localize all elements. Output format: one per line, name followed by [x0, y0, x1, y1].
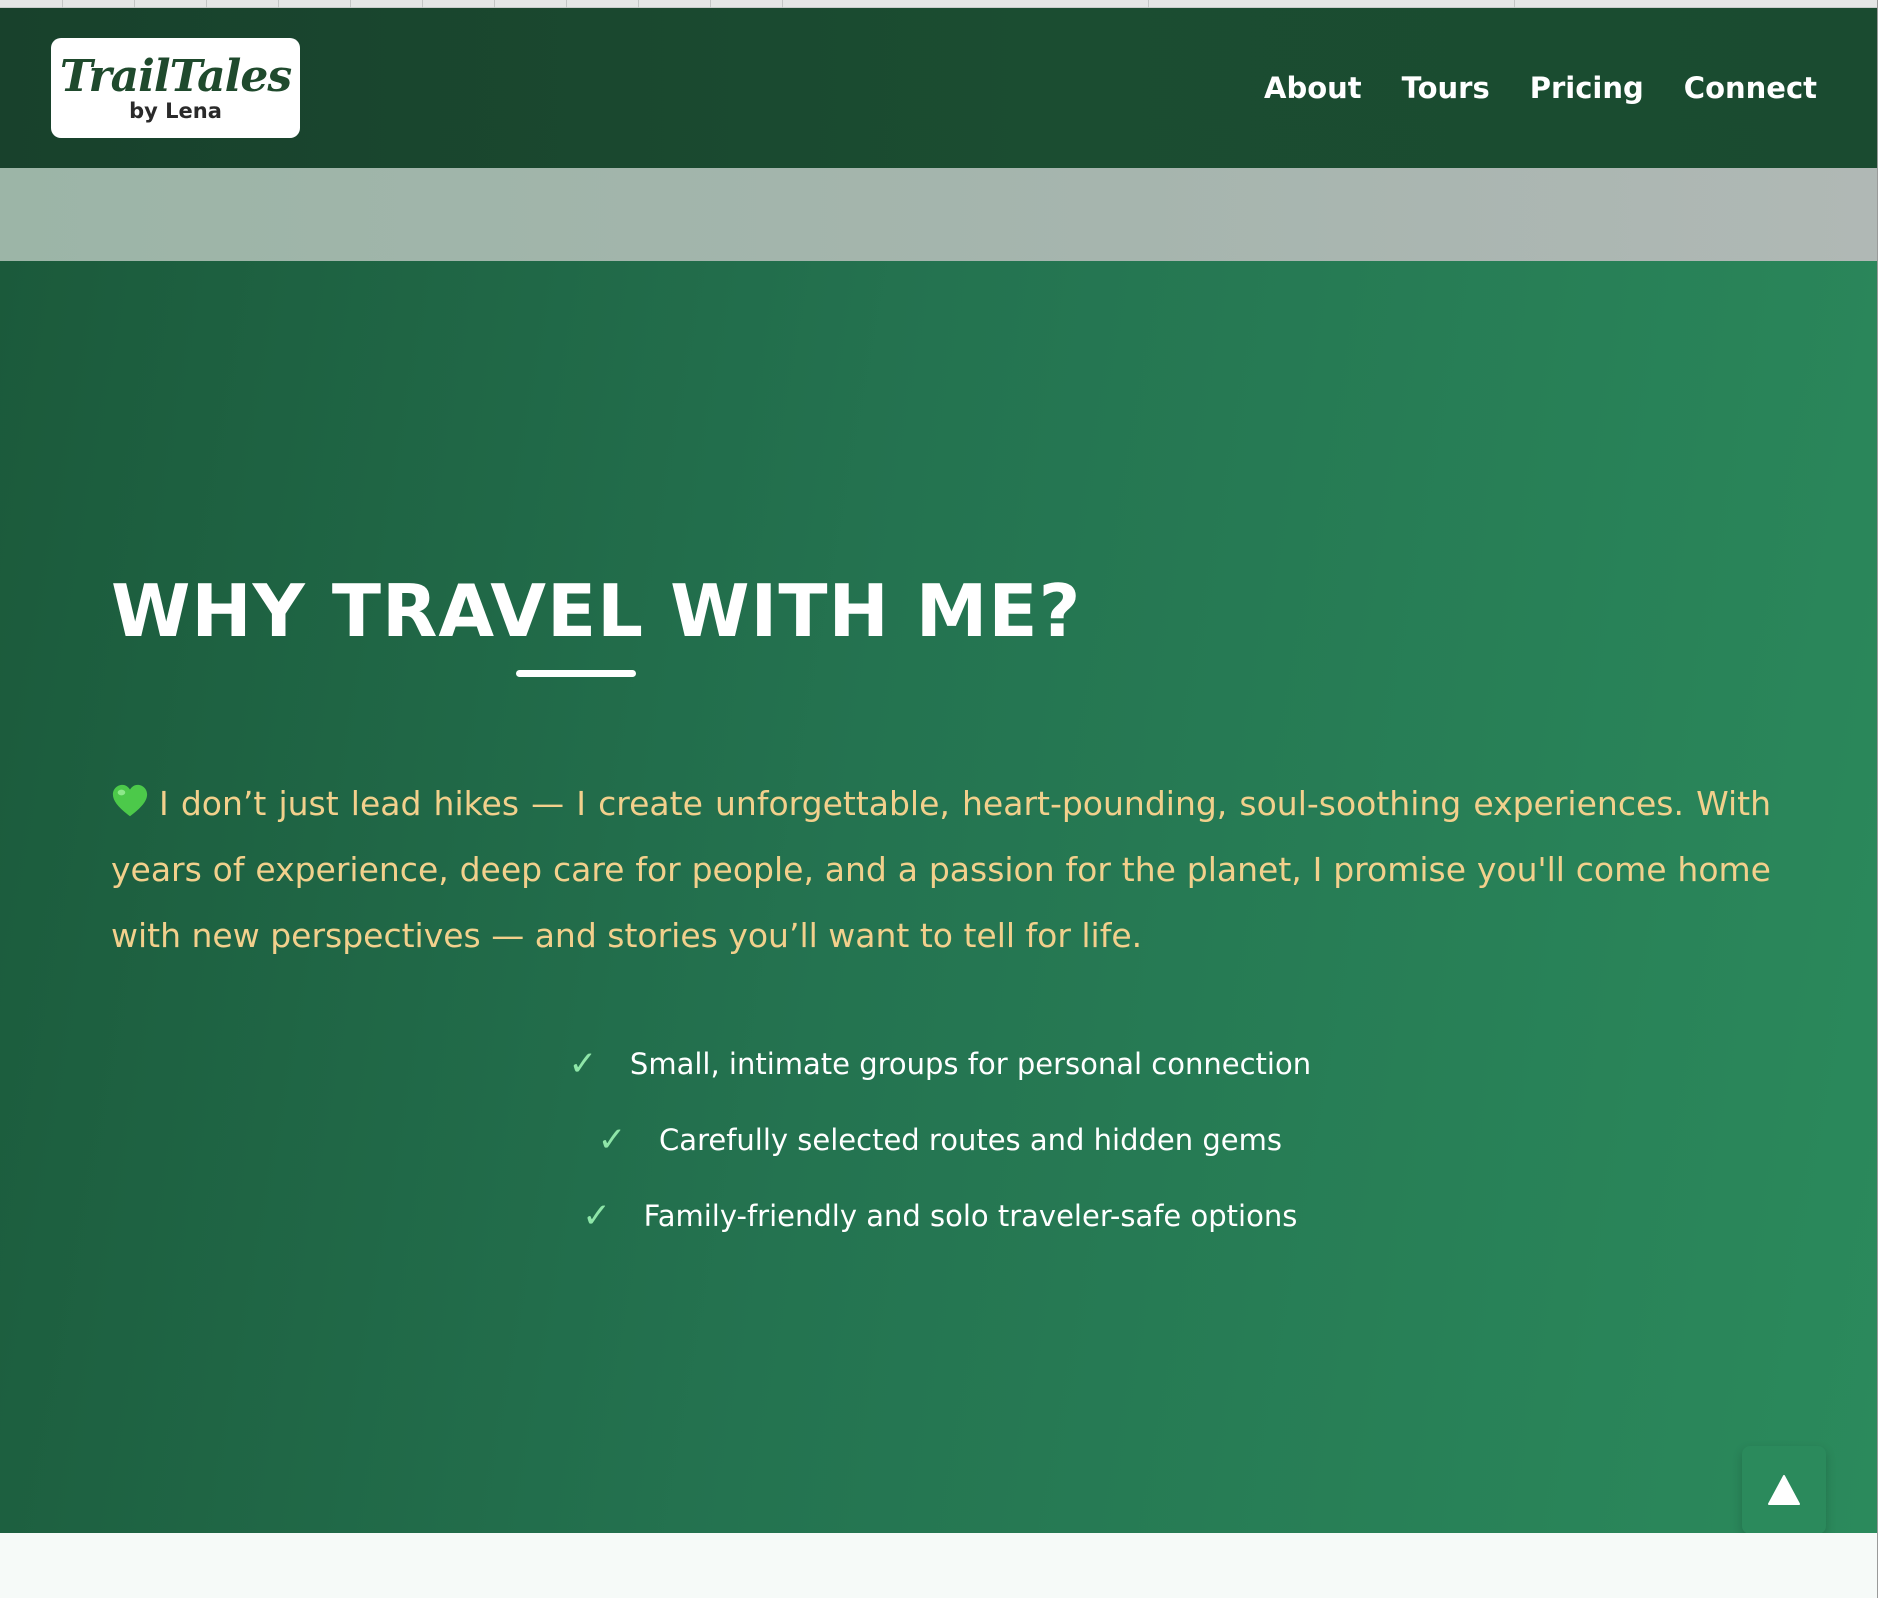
- list-item: ✓ Family-friendly and solo traveler-safe…: [580, 1178, 1298, 1254]
- section-heading: WHY TRAVEL WITH ME?: [111, 569, 1082, 653]
- intro-text: I don’t just lead hikes — I create unfor…: [111, 784, 1771, 955]
- back-to-top-button[interactable]: [1742, 1446, 1826, 1534]
- heading-underline: [516, 670, 636, 677]
- site-logo[interactable]: TrailTales by Lena: [51, 38, 300, 138]
- checkmark-icon: ✓: [597, 1120, 627, 1160]
- triangle-up-icon: [1768, 1475, 1800, 1505]
- header-spacer-band: [0, 168, 1877, 261]
- intro-paragraph: I don’t just lead hikes — I create unfor…: [111, 771, 1771, 969]
- green-heart-icon: [112, 784, 148, 817]
- nav-link-connect[interactable]: Connect: [1684, 68, 1817, 108]
- browser-top-strip: [0, 0, 1878, 8]
- feature-text: Small, intimate groups for personal conn…: [629, 1047, 1312, 1081]
- logo-subtitle: by Lena: [129, 99, 222, 123]
- list-item: ✓ Small, intimate groups for personal co…: [566, 1026, 1311, 1102]
- checkmark-icon: ✓: [568, 1044, 598, 1084]
- page: TrailTales by Lena About Tours Pricing C…: [0, 8, 1877, 1598]
- feature-text: Family-friendly and solo traveler-safe o…: [643, 1199, 1298, 1233]
- nav-link-tours[interactable]: Tours: [1402, 68, 1490, 108]
- site-header: TrailTales by Lena About Tours Pricing C…: [0, 8, 1877, 168]
- checkmark-icon: ✓: [582, 1196, 611, 1236]
- feature-text: Carefully selected routes and hidden gem…: [659, 1123, 1282, 1157]
- main-nav: About Tours Pricing Connect: [1264, 68, 1817, 108]
- next-section-top: [0, 1533, 1877, 1598]
- nav-link-about[interactable]: About: [1264, 68, 1362, 108]
- list-item: ✓ Carefully selected routes and hidden g…: [595, 1102, 1282, 1178]
- nav-link-pricing[interactable]: Pricing: [1530, 68, 1644, 108]
- why-travel-section: WHY TRAVEL WITH ME? I don’t just lead hi…: [0, 261, 1877, 1534]
- logo-title: TrailTales: [59, 51, 292, 102]
- feature-list: ✓ Small, intimate groups for personal co…: [0, 1026, 1877, 1254]
